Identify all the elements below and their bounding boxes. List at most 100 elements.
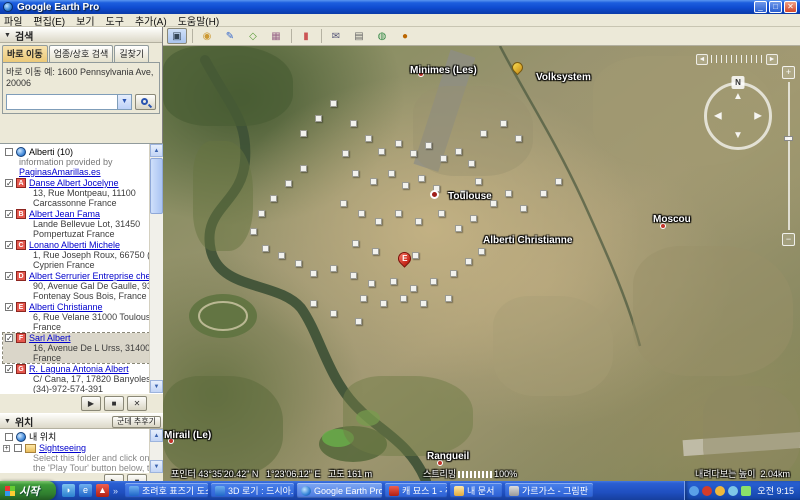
email-button[interactable]: ✉ xyxy=(326,28,346,44)
zoom-out-button[interactable]: − xyxy=(782,233,795,246)
checkbox[interactable] xyxy=(5,210,13,218)
result-link[interactable]: Danse Albert Jocelyne xyxy=(29,178,119,188)
scroll-down-icon[interactable]: ▼ xyxy=(150,460,163,473)
chevron-down-icon[interactable]: ▼ xyxy=(117,95,131,109)
scroll-up-icon[interactable]: ▲ xyxy=(150,429,163,442)
building-3d-icon[interactable] xyxy=(420,300,427,307)
checkbox[interactable] xyxy=(14,444,22,452)
start-button[interactable]: 시작 xyxy=(0,481,56,500)
building-3d-icon[interactable] xyxy=(350,120,357,127)
building-3d-icon[interactable] xyxy=(505,190,512,197)
pan-right-icon[interactable]: ▶ xyxy=(754,111,762,122)
building-3d-icon[interactable] xyxy=(350,272,357,279)
places-scrollbar[interactable]: ▲ ▼ xyxy=(149,429,163,473)
search-result-row[interactable]: EAlberti Christianne xyxy=(3,302,149,312)
checkbox[interactable] xyxy=(5,148,13,156)
taskbar-button[interactable]: 내 문서 xyxy=(450,483,502,498)
result-link[interactable]: Alberti Christianne xyxy=(29,302,103,312)
checkbox[interactable] xyxy=(5,272,13,280)
my-places-item[interactable]: 내 위치 xyxy=(3,432,163,442)
stop-tour-button[interactable]: ■ xyxy=(104,396,124,411)
building-3d-icon[interactable] xyxy=(390,278,397,285)
building-3d-icon[interactable] xyxy=(340,200,347,207)
close-button[interactable]: ✕ xyxy=(784,1,797,13)
expander-icon[interactable]: + xyxy=(3,445,10,452)
building-3d-icon[interactable] xyxy=(352,170,359,177)
look-joystick[interactable]: ◄ ► xyxy=(696,53,778,65)
building-3d-icon[interactable] xyxy=(310,300,317,307)
network-tray-icon[interactable] xyxy=(728,486,738,496)
overflow-chevron[interactable]: » xyxy=(113,486,118,496)
search-result-row[interactable]: FSarl Albert xyxy=(3,333,149,343)
search-result-row[interactable]: BAlbert Jean Fama xyxy=(3,209,149,219)
building-3d-icon[interactable] xyxy=(415,218,422,225)
search-result-row[interactable]: CLonano Alberti Michele xyxy=(3,240,149,250)
building-3d-icon[interactable] xyxy=(440,155,447,162)
building-3d-icon[interactable] xyxy=(270,195,277,202)
building-3d-icon[interactable] xyxy=(330,310,337,317)
zoom-thumb[interactable] xyxy=(784,136,793,141)
building-3d-icon[interactable] xyxy=(455,148,462,155)
search-result-row[interactable]: ADanse Albert Jocelyne xyxy=(3,178,149,188)
places-header-button[interactable]: 군데 추후기 xyxy=(112,416,161,428)
building-3d-icon[interactable] xyxy=(500,120,507,127)
update-tray-icon[interactable] xyxy=(715,486,725,496)
building-3d-icon[interactable] xyxy=(410,150,417,157)
result-link[interactable]: Lonano Alberti Michele xyxy=(29,240,120,250)
building-3d-icon[interactable] xyxy=(360,295,367,302)
scroll-up-icon[interactable]: ▲ xyxy=(150,144,163,157)
building-3d-icon[interactable] xyxy=(555,178,562,185)
building-3d-icon[interactable] xyxy=(445,295,452,302)
search-result-G[interactable]: GR. Laguna Antonia AlbertC/ Cana, 17, 17… xyxy=(3,364,149,393)
building-3d-icon[interactable] xyxy=(372,248,379,255)
minimize-button[interactable]: _ xyxy=(754,1,767,13)
building-3d-icon[interactable] xyxy=(278,252,285,259)
zoom-in-button[interactable]: + xyxy=(782,66,795,79)
search-results-root[interactable]: Alberti (10) xyxy=(3,147,149,157)
result-link[interactable]: Albert Jean Fama xyxy=(29,209,100,219)
search-result-row[interactable]: DAlbert Serrurier Entreprise cher... xyxy=(3,271,149,281)
checkbox[interactable] xyxy=(5,365,13,373)
search-result-C[interactable]: CLonano Alberti Michele1, Rue Joseph Rou… xyxy=(3,240,149,270)
security-alert-tray-icon[interactable] xyxy=(702,486,712,496)
building-3d-icon[interactable] xyxy=(478,248,485,255)
building-3d-icon[interactable] xyxy=(425,142,432,149)
tab-업종/상호 검색[interactable]: 업종/상호 검색 xyxy=(49,45,114,62)
checkbox[interactable] xyxy=(5,303,13,311)
building-3d-icon[interactable] xyxy=(310,270,317,277)
building-3d-icon[interactable] xyxy=(258,210,265,217)
building-3d-icon[interactable] xyxy=(355,318,362,325)
menu-item[interactable]: 편집(E) xyxy=(33,13,65,28)
google-button[interactable]: ● xyxy=(395,28,415,44)
building-3d-icon[interactable] xyxy=(388,170,395,177)
search-input[interactable]: ▼ xyxy=(6,94,132,110)
building-3d-icon[interactable] xyxy=(418,175,425,182)
play-tour-button[interactable]: ▶ xyxy=(81,396,101,411)
tab-길찾기[interactable]: 길찾기 xyxy=(114,45,149,62)
maximize-button[interactable]: □ xyxy=(769,1,782,13)
internet-explorer-icon[interactable]: e xyxy=(79,484,92,497)
rotate-right-icon[interactable]: ► xyxy=(766,54,778,65)
taskbar-button[interactable]: 3D 로기 : 드시아... xyxy=(211,483,294,498)
search-result-E[interactable]: EAlberti Christianne6, Rue Velane 31000 … xyxy=(3,302,149,332)
menu-item[interactable]: 추가(A) xyxy=(135,13,167,28)
search-button[interactable] xyxy=(135,94,156,110)
taskbar-button[interactable]: 캐 묘스 1 - 추크가... xyxy=(385,483,447,498)
draw-path-button[interactable]: ✎ xyxy=(220,28,240,44)
building-3d-icon[interactable] xyxy=(412,252,419,259)
building-3d-icon[interactable] xyxy=(450,270,457,277)
taskbar-button[interactable]: 가르가스 - 그림판 xyxy=(505,483,593,498)
building-3d-icon[interactable] xyxy=(515,135,522,142)
building-3d-icon[interactable] xyxy=(400,295,407,302)
clear-results-button[interactable]: ✕ xyxy=(127,396,147,411)
clock[interactable]: 오전 9:15 xyxy=(757,484,794,497)
result-link[interactable]: Sarl Albert xyxy=(29,333,71,343)
checkbox[interactable] xyxy=(5,241,13,249)
building-3d-icon[interactable] xyxy=(358,210,365,217)
results-scrollbar[interactable]: ▲ ▼ xyxy=(149,144,163,393)
building-3d-icon[interactable] xyxy=(480,130,487,137)
zoom-track[interactable] xyxy=(788,82,790,230)
menu-item[interactable]: 파일 xyxy=(4,13,22,28)
building-3d-icon[interactable] xyxy=(285,180,292,187)
scrollbar-thumb[interactable] xyxy=(150,158,163,214)
